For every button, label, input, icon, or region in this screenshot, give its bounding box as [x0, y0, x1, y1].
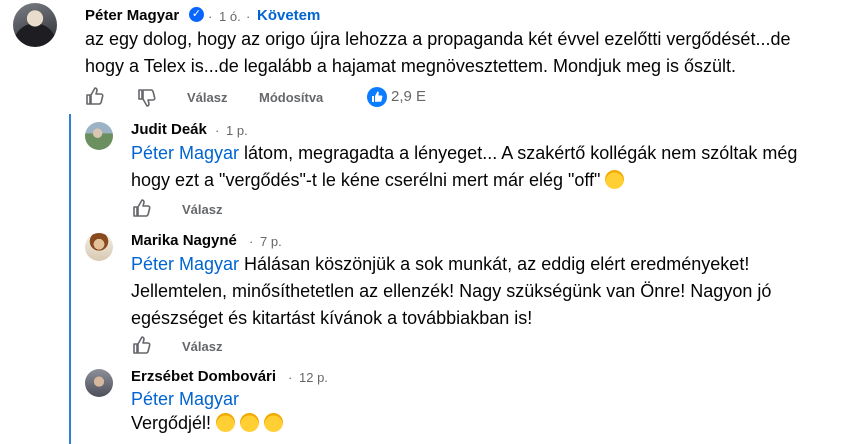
reply-author[interactable]: Marika Nagyné — [131, 232, 237, 249]
separator-dot: · — [288, 370, 293, 385]
author-avatar[interactable] — [13, 3, 57, 47]
mention-link[interactable]: Péter Magyar — [131, 389, 239, 409]
thumbs-down-icon[interactable] — [137, 88, 157, 108]
reply-button[interactable]: Válasz — [182, 339, 222, 354]
reply-author[interactable]: Erzsébet Dombovári — [131, 368, 276, 385]
reply-text: Vergődjél! — [131, 410, 821, 437]
reply-button[interactable]: Válasz — [187, 90, 227, 105]
separator-dot: · — [208, 9, 213, 24]
verified-badge-icon: ✓ — [189, 7, 204, 22]
reply-avatar[interactable] — [85, 369, 113, 397]
edited-label[interactable]: Módosítva — [259, 90, 323, 105]
author-name[interactable]: Péter Magyar — [85, 7, 179, 24]
reply-body: Vergődjél! — [131, 413, 212, 433]
reply-avatar[interactable] — [85, 233, 113, 261]
mention-link-line: Péter Magyar — [131, 386, 821, 413]
laughing-emoji-icon — [605, 170, 625, 189]
laughing-emoji-icon — [240, 413, 260, 432]
reply-author[interactable]: Judit Deák — [131, 121, 207, 138]
thumbs-up-icon[interactable] — [132, 198, 152, 218]
reaction-count[interactable]: 2,9 E — [391, 88, 426, 105]
mention-link[interactable]: Péter Magyar — [131, 143, 239, 163]
reply-button[interactable]: Válasz — [182, 202, 222, 217]
reply-avatar[interactable] — [85, 122, 113, 150]
main-comment-text: az egy dolog, hogy az origo újra lehozza… — [85, 29, 791, 76]
reply-time[interactable]: 12 p. — [299, 370, 328, 385]
reply-text: Péter Magyar látom, megragadta a lényege… — [131, 140, 821, 194]
like-reaction-icon[interactable] — [367, 87, 387, 107]
thumbs-up-icon[interactable] — [132, 335, 152, 355]
reply-text: Péter Magyar Hálásan köszönjük a sok mun… — [131, 251, 831, 332]
follow-button[interactable]: Követem — [257, 7, 320, 24]
reply-time[interactable]: 1 p. — [226, 123, 248, 138]
separator-dot: · — [249, 234, 254, 249]
mention-link[interactable]: Péter Magyar — [131, 254, 239, 274]
thumbs-up-icon[interactable] — [85, 86, 105, 106]
separator-dot: · — [246, 9, 251, 24]
comment-time[interactable]: 1 ó. — [219, 9, 241, 24]
laughing-emoji-icon — [264, 413, 284, 432]
reply-thread-line — [69, 114, 71, 444]
laughing-emoji-icon — [216, 413, 236, 432]
separator-dot: · — [215, 123, 220, 138]
reply-time[interactable]: 7 p. — [260, 234, 282, 249]
